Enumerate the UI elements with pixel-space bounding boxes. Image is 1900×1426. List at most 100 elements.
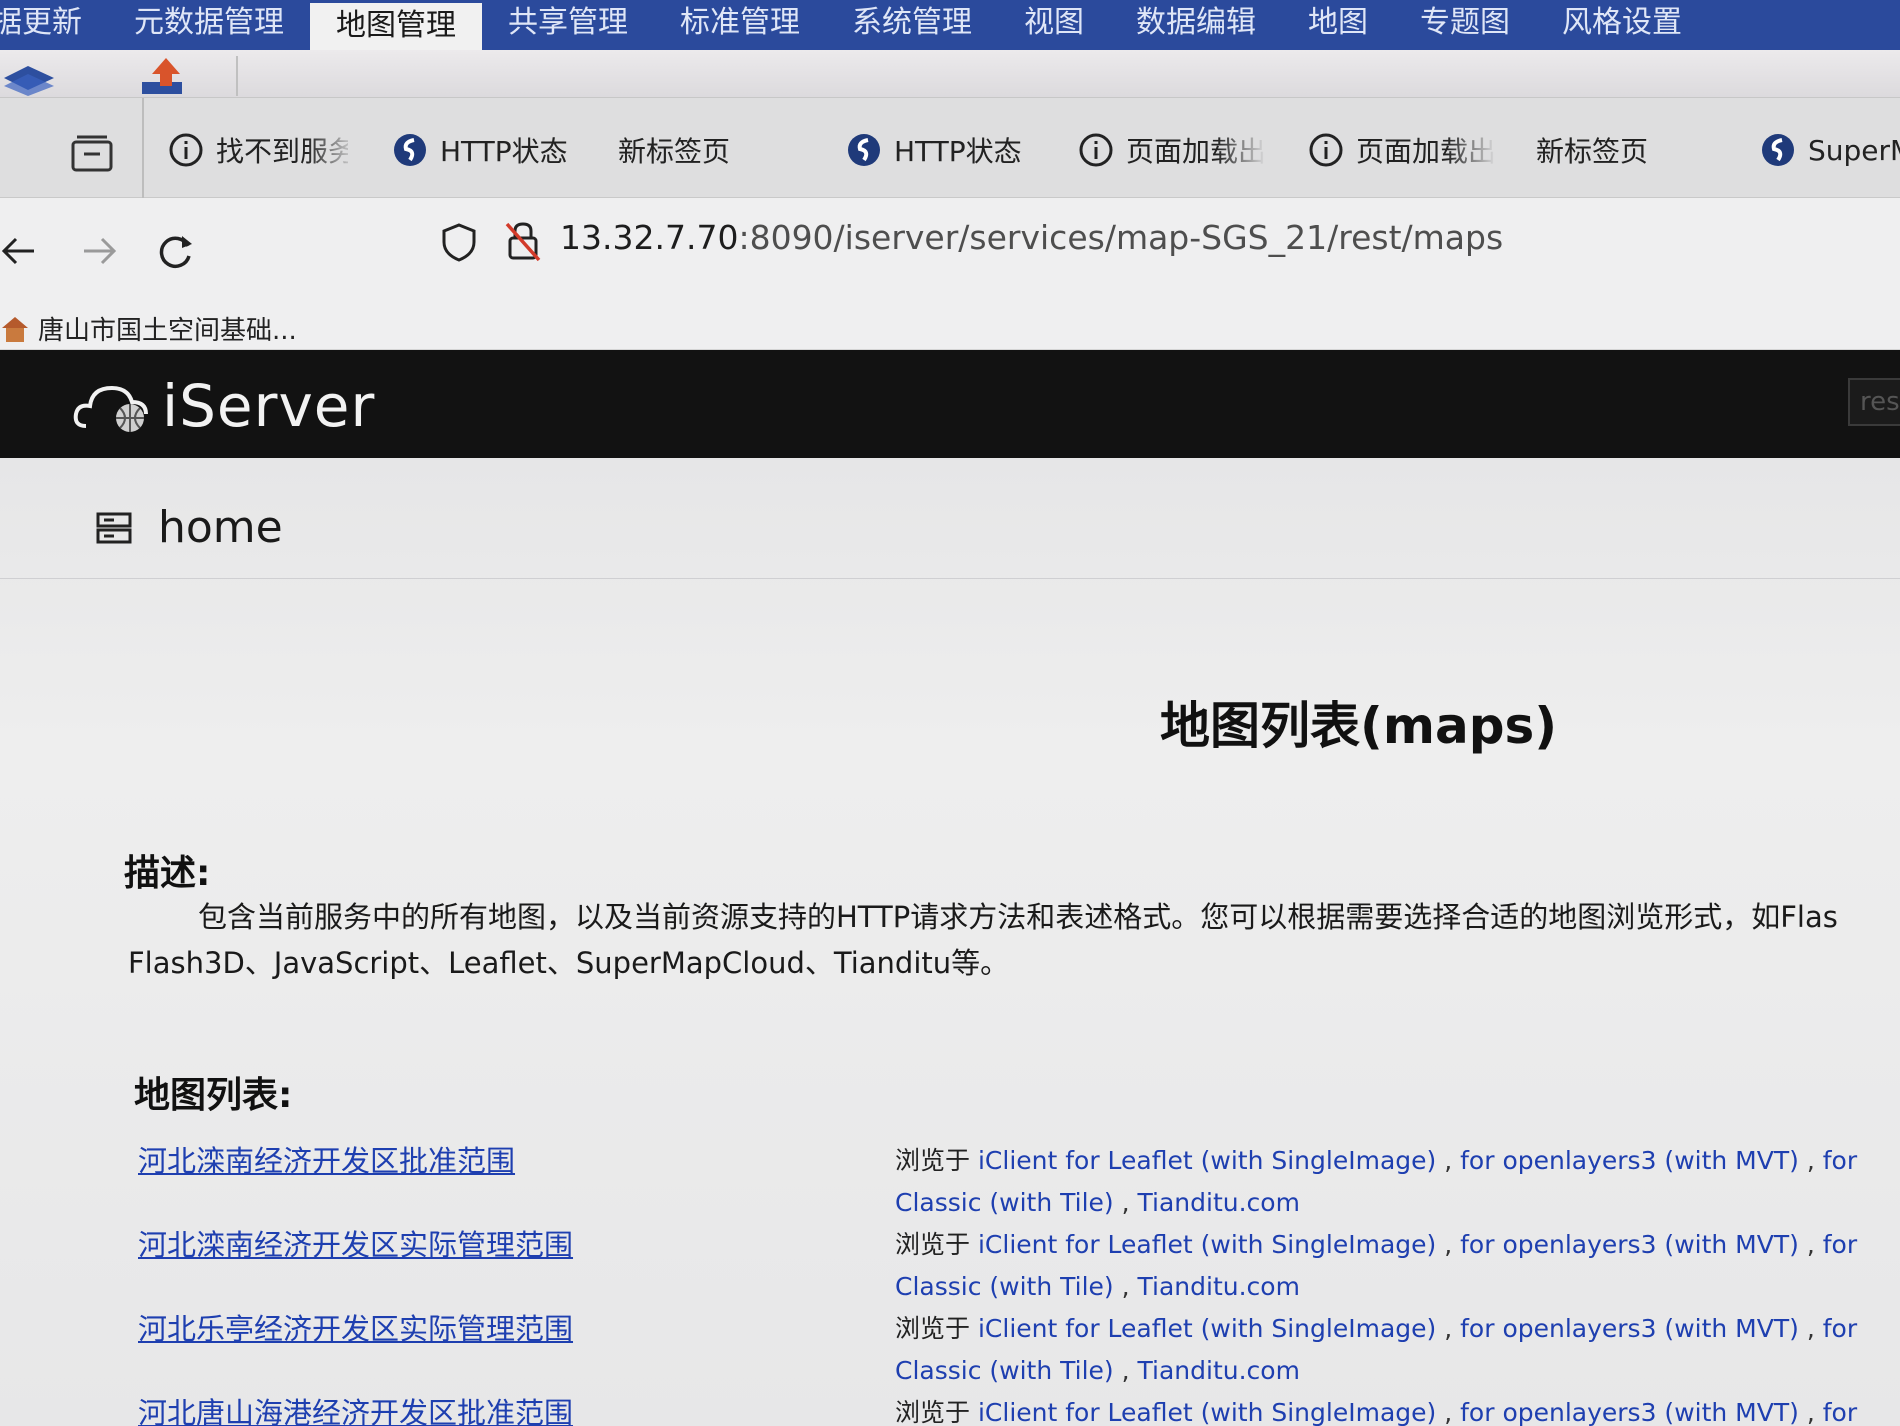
separator: , bbox=[1436, 1398, 1461, 1426]
shield-icon[interactable] bbox=[440, 222, 478, 262]
separator: , bbox=[1798, 1314, 1823, 1343]
map-link[interactable]: 河北乐亭经济开发区实际管理范围 bbox=[138, 1306, 573, 1348]
ribbon-tab-bar: 据更新 元数据管理 地图管理 共享管理 标准管理 系统管理 视图 数据编辑 地图… bbox=[0, 0, 1900, 50]
ribbon-tab-metadata[interactable]: 元数据管理 bbox=[108, 0, 310, 50]
leaflet-link[interactable]: iClient for Leaflet (with SingleImage) bbox=[978, 1314, 1436, 1343]
tab-separator bbox=[142, 98, 144, 198]
url-path: :8090/iserver/services/map-SGS_21/rest/m… bbox=[738, 218, 1504, 257]
ribbon-tab-standard[interactable]: 标准管理 bbox=[654, 0, 826, 50]
browser-tab-label: 新标签页 bbox=[1536, 135, 1649, 168]
separator: , bbox=[1436, 1314, 1461, 1343]
description-line: Flash3D、JavaScript、Leaflet、SuperMapCloud… bbox=[128, 946, 1010, 980]
iserver-logo[interactable]: iServer bbox=[72, 372, 375, 440]
table-row: 河北乐亭经济开发区实际管理范围 浏览于 iClient for Leaflet … bbox=[0, 1306, 1900, 1390]
ribbon-tab-map[interactable]: 地图 bbox=[1282, 0, 1394, 50]
leaflet-link[interactable]: iClient for Leaflet (with SingleImage) bbox=[978, 1146, 1436, 1175]
browse-links: 浏览于 iClient for Leaflet (with SingleImag… bbox=[895, 1392, 1900, 1426]
browse-label: 浏览于 bbox=[895, 1230, 971, 1259]
brand-name: iServer bbox=[162, 372, 376, 440]
ribbon-tab-data-update[interactable]: 据更新 bbox=[0, 0, 108, 50]
separator: , bbox=[1113, 1188, 1138, 1217]
bookmarks-bar: 唐山市国土空间基础... bbox=[0, 302, 1900, 350]
ribbon-tab-thematic[interactable]: 专题图 bbox=[1394, 0, 1536, 50]
resource-search-input[interactable]: reso bbox=[1848, 378, 1900, 426]
ribbon-tab-style[interactable]: 风格设置 bbox=[1536, 0, 1708, 50]
iserver-header: iServer reso bbox=[0, 350, 1900, 458]
separator: , bbox=[1798, 1398, 1823, 1426]
browser-tab-label: HTTP状态 bbox=[894, 135, 1022, 168]
bookmark-label: 唐山市国土空间基础... bbox=[38, 316, 297, 346]
browser-tab-label: SuperM bbox=[1808, 133, 1900, 167]
browser-tab[interactable]: 新标签页 bbox=[1536, 128, 1686, 172]
tianditu-link[interactable]: Tianditu.com bbox=[1138, 1356, 1300, 1385]
server-list-icon bbox=[96, 512, 132, 543]
supermap-icon bbox=[848, 134, 880, 166]
openlayers-link[interactable]: for openlayers3 (with MVT) bbox=[1460, 1398, 1799, 1426]
tianditu-link[interactable]: Tianditu.com bbox=[1138, 1188, 1300, 1217]
separator: , bbox=[1113, 1356, 1138, 1385]
browser-tab-label: 找不到服务 bbox=[216, 135, 348, 168]
info-icon bbox=[1309, 133, 1343, 167]
supermap-icon bbox=[1762, 134, 1794, 166]
table-row: 河北唐山海港经济开发区批准范围 浏览于 iClient for Leaflet … bbox=[0, 1390, 1900, 1426]
table-row: 河北滦南经济开发区批准范围 浏览于 iClient for Leaflet (w… bbox=[0, 1138, 1900, 1222]
url-host: 13.32.7.70 bbox=[560, 218, 739, 257]
description-heading: 描述: bbox=[124, 853, 211, 894]
ribbon-tab-map-management[interactable]: 地图管理 bbox=[310, 0, 482, 50]
bookmark-item[interactable]: 唐山市国土空间基础... bbox=[0, 310, 297, 347]
openlayers-link[interactable]: for openlayers3 (with MVT) bbox=[1460, 1230, 1799, 1259]
browser-tab-label: 页面加载出 bbox=[1126, 135, 1264, 168]
ribbon-toolbar bbox=[0, 50, 1900, 98]
supermap-icon bbox=[394, 134, 426, 166]
toolbar-divider bbox=[236, 56, 238, 96]
forward-arrow-icon[interactable] bbox=[76, 228, 122, 274]
browser-tab[interactable]: HTTP状态 bbox=[392, 128, 582, 172]
ribbon-tab-system[interactable]: 系统管理 bbox=[826, 0, 998, 50]
breadcrumb: home bbox=[94, 502, 283, 553]
leaflet-link[interactable]: iClient for Leaflet (with SingleImage) bbox=[978, 1230, 1436, 1259]
separator: , bbox=[1113, 1272, 1138, 1301]
browse-links: 浏览于 iClient for Leaflet (with SingleImag… bbox=[895, 1308, 1900, 1392]
back-arrow-icon[interactable] bbox=[0, 228, 46, 274]
home-link[interactable]: home bbox=[158, 502, 283, 553]
browser-tab[interactable]: 找不到服务 bbox=[168, 128, 348, 172]
browse-links: 浏览于 iClient for Leaflet (with SingleImag… bbox=[895, 1140, 1900, 1224]
separator: , bbox=[1436, 1230, 1461, 1259]
browser-tab-label: HTTP状态 bbox=[440, 135, 568, 168]
browse-label: 浏览于 bbox=[895, 1314, 971, 1343]
tab-overview-icon[interactable] bbox=[70, 134, 114, 172]
browser-tab[interactable]: SuperM bbox=[1760, 128, 1900, 172]
browser-tab-label: 新标签页 bbox=[618, 135, 731, 168]
map-link[interactable]: 河北滦南经济开发区批准范围 bbox=[138, 1138, 515, 1180]
openlayers-link[interactable]: for openlayers3 (with MVT) bbox=[1460, 1314, 1799, 1343]
ribbon-tab-view[interactable]: 视图 bbox=[998, 0, 1110, 50]
insecure-lock-icon[interactable] bbox=[504, 220, 542, 262]
divider bbox=[0, 578, 1900, 579]
ribbon-tab-share[interactable]: 共享管理 bbox=[482, 0, 654, 50]
reload-icon[interactable] bbox=[152, 228, 198, 274]
page-title: 地图列表(maps) bbox=[1160, 697, 1558, 755]
leaflet-link[interactable]: iClient for Leaflet (with SingleImage) bbox=[978, 1398, 1436, 1426]
browser-tab-label: 页面加载出 bbox=[1356, 135, 1494, 168]
tianditu-link[interactable]: Tianditu.com bbox=[1138, 1272, 1300, 1301]
browser-tab[interactable]: 新标签页 bbox=[618, 128, 768, 172]
separator: , bbox=[1798, 1146, 1823, 1175]
browse-label: 浏览于 bbox=[895, 1146, 971, 1175]
cloud-globe-icon bbox=[73, 385, 148, 432]
browse-links: 浏览于 iClient for Leaflet (with SingleImag… bbox=[895, 1224, 1900, 1308]
browser-tab[interactable]: 页面加载出 bbox=[1308, 128, 1494, 172]
map-link[interactable]: 河北唐山海港经济开发区批准范围 bbox=[138, 1390, 573, 1426]
address-bar[interactable]: 13.32.7.70:8090/iserver/services/map-SGS… bbox=[560, 218, 1503, 257]
map-list-heading: 地图列表: bbox=[134, 1075, 293, 1116]
browser-tab[interactable]: 页面加载出 bbox=[1078, 128, 1264, 172]
page-content: home 地图列表(maps) 描述: 包含当前服务中的所有地图，以及当前资源支… bbox=[0, 458, 1900, 1426]
browser-tab-strip: 找不到服务 HTTP状态 新标签页 HTTP状态 页面加载出 页面加载出 新标签… bbox=[0, 98, 1900, 198]
layers-icon[interactable] bbox=[0, 56, 60, 96]
openlayers-link[interactable]: for openlayers3 (with MVT) bbox=[1460, 1146, 1799, 1175]
description-line: 包含当前服务中的所有地图，以及当前资源支持的HTTP请求方法和表述格式。您可以根… bbox=[198, 900, 1838, 934]
map-link[interactable]: 河北滦南经济开发区实际管理范围 bbox=[138, 1222, 573, 1264]
upload-icon[interactable] bbox=[136, 56, 196, 96]
browser-tab[interactable]: HTTP状态 bbox=[846, 128, 1036, 172]
ribbon-tab-data-edit[interactable]: 数据编辑 bbox=[1110, 0, 1282, 50]
browse-label: 浏览于 bbox=[895, 1398, 971, 1426]
